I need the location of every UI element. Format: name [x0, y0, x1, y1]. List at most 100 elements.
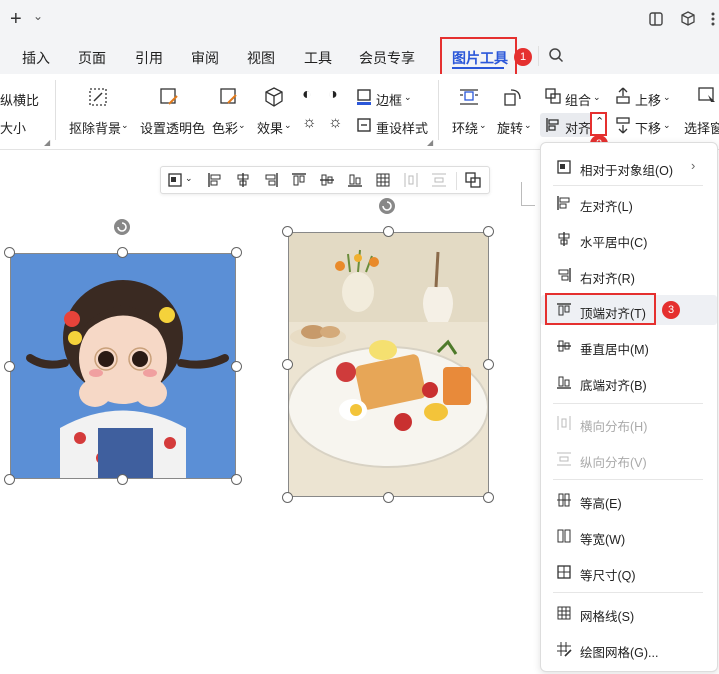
menu-item-distribute-vertical: 纵向分布(V)	[541, 444, 717, 474]
chevron-down-icon[interactable]: ⌄	[284, 120, 292, 131]
rotate-handle-icon[interactable]	[113, 218, 131, 236]
align-right-icon[interactable]	[263, 172, 279, 188]
align-bottom-icon	[557, 376, 571, 389]
menu-item-align-middle[interactable]: 垂直居中(M)	[541, 331, 717, 361]
align-top-icon[interactable]	[291, 172, 307, 188]
new-tab-button[interactable]: +	[10, 8, 22, 31]
dialog-launcher-icon[interactable]: ◢	[427, 138, 433, 147]
align-middle-icon[interactable]	[319, 172, 335, 188]
group-button[interactable]: 组合	[565, 90, 591, 109]
tab-member[interactable]: 会员专享	[359, 48, 415, 68]
tab-page[interactable]: 页面	[78, 48, 106, 68]
rotate-button[interactable]: 旋转	[497, 118, 523, 137]
resize-handle[interactable]	[4, 474, 15, 485]
cube-icon[interactable]	[679, 10, 697, 28]
resize-handle[interactable]	[383, 226, 394, 237]
align-middle-icon	[557, 340, 571, 352]
resize-handle[interactable]	[231, 247, 242, 258]
rotate-handle-icon[interactable]	[378, 197, 396, 215]
chevron-down-icon[interactable]: ⌄	[404, 92, 412, 103]
brightness-up-icon[interactable]: ◐	[302, 86, 312, 104]
chevron-down-icon[interactable]: ⌄	[33, 9, 43, 23]
resize-handle[interactable]	[117, 247, 128, 258]
chevron-down-icon[interactable]: ⌄	[185, 173, 193, 184]
more-icon[interactable]	[707, 10, 719, 28]
lock-ratio-label[interactable]: 纵横比	[0, 90, 39, 109]
wrap-button[interactable]: 环绕	[452, 118, 478, 137]
menu-item-align-left[interactable]: 左对齐(L)	[541, 188, 717, 218]
bring-forward-button[interactable]: 上移	[635, 90, 661, 109]
align-bottom-icon[interactable]	[347, 172, 363, 188]
page-corner-mark	[521, 205, 535, 206]
brightness-icon[interactable]: ☼	[302, 114, 317, 132]
menu-item-gridlines[interactable]: 网格线(S)	[541, 598, 717, 628]
resize-handle[interactable]	[4, 247, 15, 258]
menu-divider	[553, 592, 703, 593]
menu-item-label: 绘图网格(G)...	[580, 646, 659, 660]
tab-view[interactable]: 视图	[247, 48, 275, 68]
chevron-up-icon[interactable]: ⌃	[595, 115, 604, 128]
menu-divider	[553, 403, 703, 404]
chevron-down-icon[interactable]: ⌄	[663, 120, 671, 131]
tab-insert[interactable]: 插入	[22, 48, 50, 68]
align-left-icon	[557, 196, 570, 210]
resize-handle[interactable]	[483, 359, 494, 370]
menu-item-label: 等尺寸(Q)	[580, 569, 636, 583]
group-icon[interactable]	[465, 172, 481, 188]
wrap-icon	[460, 89, 478, 105]
menu-item-align-right[interactable]: 右对齐(R)	[541, 260, 717, 290]
resize-handle[interactable]	[231, 474, 242, 485]
resize-handle[interactable]	[231, 361, 242, 372]
resize-handle[interactable]	[483, 226, 494, 237]
color-button[interactable]: 色彩	[212, 118, 238, 137]
brightness-down-icon[interactable]: ☼	[328, 114, 343, 132]
chevron-down-icon[interactable]: ⌄	[593, 92, 601, 103]
menu-item-same-height[interactable]: 等高(E)	[541, 485, 717, 515]
tab-picture-tools[interactable]: 图片工具	[452, 48, 508, 68]
send-backward-icon	[616, 117, 630, 134]
search-icon[interactable]	[548, 47, 564, 63]
contrast-icon[interactable]: ◑	[328, 86, 338, 104]
menu-item-same-width[interactable]: 等宽(W)	[541, 521, 717, 551]
menu-item-same-size[interactable]: 等尺寸(Q)	[541, 557, 717, 587]
resize-handle[interactable]	[483, 492, 494, 503]
menu-item-center-horizontal[interactable]: 水平居中(C)	[541, 224, 717, 254]
selection-pane-button[interactable]: 选择窗	[684, 118, 719, 137]
effects-button[interactable]: 效果	[257, 118, 283, 137]
resize-handle[interactable]	[282, 226, 293, 237]
grid-align-icon[interactable]	[375, 172, 391, 188]
tab-review[interactable]: 审阅	[191, 48, 219, 68]
align-center-h-icon[interactable]	[235, 172, 251, 188]
divider	[456, 172, 457, 190]
reset-style-button[interactable]: 重设样式	[376, 118, 428, 137]
align-center-h-icon	[558, 232, 570, 246]
chevron-down-icon[interactable]: ⌄	[524, 120, 532, 131]
set-transparent-button[interactable]: 设置透明色	[140, 118, 205, 137]
resize-handle[interactable]	[282, 359, 293, 370]
resize-handle[interactable]	[282, 492, 293, 503]
size-label[interactable]: 大小	[0, 118, 26, 137]
border-button[interactable]: 边框	[376, 90, 402, 109]
menu-item-drawing-grid[interactable]: 绘图网格(G)...	[541, 634, 717, 664]
align-left-icon	[546, 118, 559, 132]
chevron-down-icon[interactable]: ⌄	[479, 120, 487, 131]
menu-item-align-bottom[interactable]: 底端对齐(B)	[541, 367, 717, 397]
tab-references[interactable]: 引用	[135, 48, 163, 68]
chevron-down-icon[interactable]: ⌄	[121, 120, 129, 131]
resize-handle[interactable]	[117, 474, 128, 485]
panel-icon[interactable]	[648, 11, 664, 27]
menu-item-label: 右对齐(R)	[580, 272, 635, 286]
dialog-launcher-icon[interactable]: ◢	[44, 138, 50, 147]
resize-handle[interactable]	[4, 361, 15, 372]
remove-background-button[interactable]: 抠除背景	[69, 118, 121, 137]
send-backward-button[interactable]: 下移	[635, 118, 661, 137]
menu-item-relative-to-group[interactable]: 相对于对象组(O) ›	[541, 152, 717, 182]
tab-tools[interactable]: 工具	[304, 48, 332, 68]
border-icon	[357, 89, 371, 105]
align-left-icon[interactable]	[207, 172, 223, 188]
chevron-down-icon[interactable]: ⌄	[238, 120, 246, 131]
resize-handle[interactable]	[383, 492, 394, 503]
chevron-down-icon[interactable]: ⌄	[663, 92, 671, 103]
group-icon	[545, 88, 561, 104]
layout-options-icon[interactable]	[167, 172, 183, 188]
